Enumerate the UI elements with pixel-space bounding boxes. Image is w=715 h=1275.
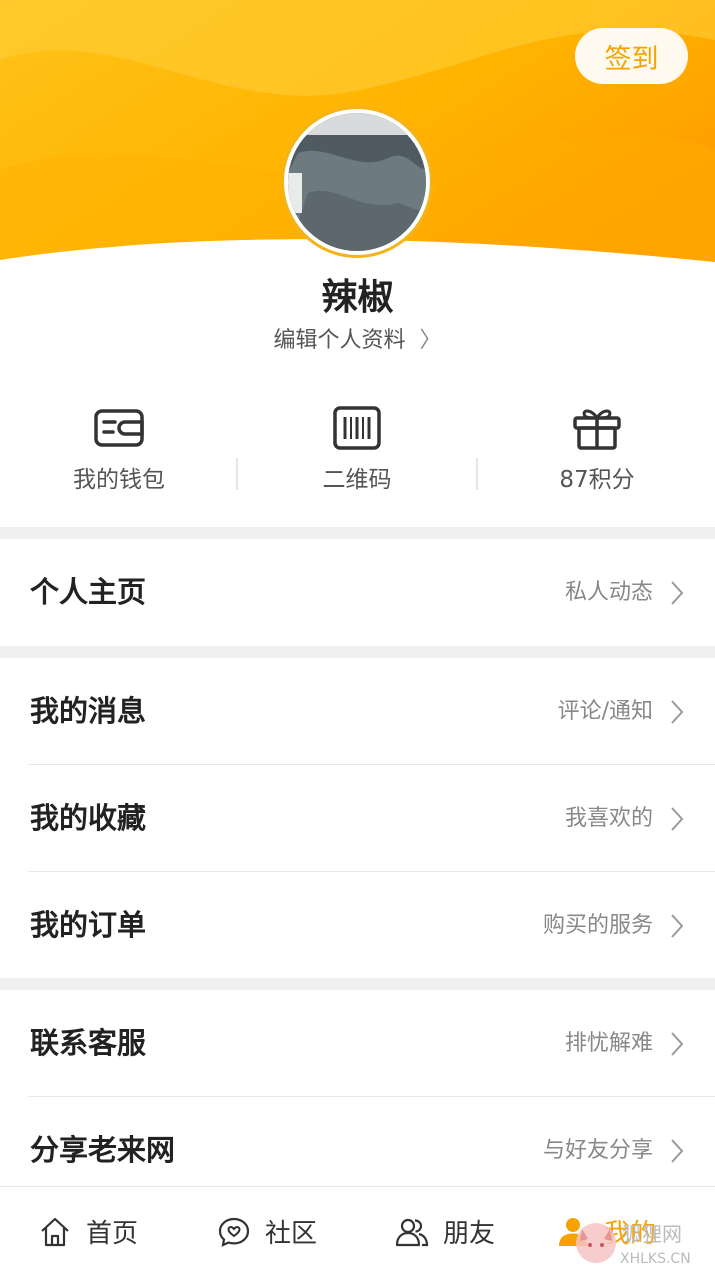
menu-item-desc: 评论/通知 bbox=[557, 699, 653, 724]
chevron-right-icon bbox=[671, 1032, 684, 1056]
edit-profile-label: 编辑个人资料 bbox=[273, 328, 406, 353]
quick-action-barcode[interactable]: 二维码 bbox=[238, 400, 476, 500]
chevron-right-icon: 〉 bbox=[419, 328, 442, 353]
chevron-right-icon bbox=[671, 1139, 684, 1163]
quick-action-points[interactable]: 87积分 bbox=[478, 400, 715, 500]
menu-item-desc: 私人动态 bbox=[564, 580, 653, 605]
svg-text:狐狸网: 狐狸网 bbox=[622, 1222, 682, 1246]
quick-action-label: 二维码 bbox=[322, 467, 392, 493]
menu-item-title: 个人主页 bbox=[30, 575, 147, 609]
nav-tab-home[interactable]: 首页 bbox=[38, 1187, 138, 1275]
chevron-right-icon bbox=[671, 914, 684, 938]
section-gap bbox=[0, 978, 715, 990]
chat-heart-icon bbox=[218, 1217, 250, 1247]
menu-item-messages[interactable]: 我的消息 评论/通知 bbox=[0, 658, 715, 765]
barcode-icon bbox=[333, 406, 381, 450]
avatar[interactable] bbox=[281, 106, 433, 258]
chevron-right-icon bbox=[671, 700, 684, 724]
chevron-right-icon bbox=[671, 581, 684, 605]
quick-actions: 我的钱包 二维码 87积分 bbox=[0, 400, 715, 500]
fox-logo-icon: 狐狸网 XHLKS.CN bbox=[576, 1222, 691, 1267]
menu-item-title: 联系客服 bbox=[30, 1026, 147, 1060]
menu-item-desc: 我喜欢的 bbox=[564, 806, 653, 831]
menu-item-desc: 购买的服务 bbox=[542, 913, 653, 938]
menu-item-title: 我的消息 bbox=[30, 694, 147, 728]
nav-tab-label: 首页 bbox=[86, 1219, 139, 1249]
home-icon bbox=[41, 1217, 69, 1246]
menu-item-title: 我的订单 bbox=[30, 908, 147, 942]
nav-tab-label: 社区 bbox=[265, 1219, 318, 1249]
menu-item-orders[interactable]: 我的订单 购买的服务 bbox=[0, 872, 715, 979]
nav-tab-community[interactable]: 社区 bbox=[217, 1187, 317, 1275]
section-gap bbox=[0, 527, 715, 539]
gift-icon bbox=[573, 409, 621, 450]
menu-item-homepage[interactable]: 个人主页 私人动态 bbox=[0, 539, 715, 646]
edit-profile-link[interactable]: 编辑个人资料〉 bbox=[0, 322, 715, 354]
quick-action-wallet[interactable]: 我的钱包 bbox=[0, 400, 238, 500]
checkin-button[interactable]: 签到 bbox=[575, 28, 688, 84]
section-gap bbox=[0, 646, 715, 658]
quick-action-label: 87积分 bbox=[559, 467, 635, 493]
friends-icon bbox=[395, 1218, 429, 1246]
menu-item-favorites[interactable]: 我的收藏 我喜欢的 bbox=[0, 765, 715, 872]
nav-tab-label: 朋友 bbox=[443, 1219, 496, 1249]
menu-item-desc: 排忧解难 bbox=[564, 1031, 653, 1056]
avatar-image bbox=[288, 113, 426, 251]
nav-tab-friends[interactable]: 朋友 bbox=[395, 1187, 495, 1275]
watermark: 狐狸网 XHLKS.CN bbox=[574, 1205, 714, 1273]
quick-action-label: 我的钱包 bbox=[73, 467, 165, 493]
menu-item-customer-service[interactable]: 联系客服 排忧解难 bbox=[0, 990, 715, 1097]
username: 辣椒 bbox=[321, 277, 394, 318]
svg-text:XHLKS.CN: XHLKS.CN bbox=[620, 1251, 691, 1267]
wallet-icon bbox=[94, 409, 144, 447]
chevron-right-icon bbox=[671, 807, 684, 831]
profile-header: 签到 bbox=[0, 0, 715, 270]
menu-item-title: 我的收藏 bbox=[30, 801, 147, 835]
